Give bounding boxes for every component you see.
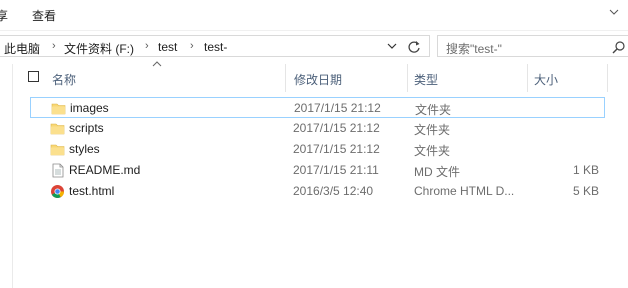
file-type: 文件夹	[414, 123, 451, 137]
ribbon: 享 查看	[0, 0, 628, 31]
breadcrumb-separator[interactable]: ›	[190, 40, 194, 52]
file-modified: 2017/1/15 21:12	[294, 101, 381, 115]
navigation-pane-divider[interactable]	[12, 64, 13, 288]
file-modified: 2017/1/15 21:12	[293, 142, 380, 156]
file-row-test-html[interactable]: test.html 2016/3/5 12:40 Chrome HTML D..…	[30, 181, 605, 202]
breadcrumb-test[interactable]: test	[158, 40, 177, 54]
file-row-styles[interactable]: styles 2017/1/15 21:12 文件夹	[30, 139, 605, 160]
refresh-icon[interactable]	[406, 39, 422, 55]
file-name: README.md	[69, 163, 141, 177]
column-separator[interactable]	[407, 64, 408, 92]
file-name: styles	[69, 142, 100, 156]
column-header-modified[interactable]: 修改日期	[294, 71, 342, 88]
breadcrumb-test-dash[interactable]: test-	[204, 40, 227, 54]
file-modified: 2017/1/15 21:12	[293, 121, 380, 135]
column-header-row: 名称 修改日期 类型 大小	[20, 61, 608, 92]
file-type: 文件夹	[415, 103, 452, 117]
file-name: images	[70, 101, 109, 115]
search-placeholder: 搜索"test-"	[446, 42, 502, 56]
file-size: 5 KB	[572, 184, 599, 198]
expand-ribbon-chevron-icon[interactable]	[608, 6, 620, 18]
column-header-size[interactable]: 大小	[534, 71, 558, 88]
file-row-scripts[interactable]: scripts 2017/1/15 21:12 文件夹	[30, 118, 605, 139]
file-type: MD 文件	[414, 165, 460, 179]
search-icon[interactable]	[612, 40, 626, 54]
file-row-images[interactable]: images 2017/1/15 21:12 文件夹	[30, 97, 605, 118]
breadcrumb-this-pc[interactable]: 此电脑	[4, 40, 40, 57]
column-separator[interactable]	[285, 64, 286, 92]
column-header-name[interactable]: 名称	[52, 71, 76, 88]
file-name: test.html	[69, 184, 115, 198]
sort-ascending-icon	[152, 61, 162, 67]
chrome-icon	[51, 185, 64, 198]
column-separator[interactable]	[607, 64, 608, 92]
folder-icon	[50, 123, 65, 135]
breadcrumb-drive[interactable]: 文件资料 (F:)	[64, 40, 134, 57]
text-file-icon	[52, 163, 64, 178]
file-modified: 2017/1/15 21:11	[293, 163, 379, 177]
select-all-checkbox[interactable]	[28, 71, 39, 82]
file-type: 文件夹	[414, 144, 451, 158]
file-modified: 2016/3/5 12:40	[293, 184, 374, 198]
search-input[interactable]: 搜索"test-"	[437, 35, 628, 57]
address-dropdown-chevron-icon[interactable]	[386, 40, 398, 52]
column-header-type[interactable]: 类型	[414, 71, 438, 88]
breadcrumb-separator[interactable]: ›	[145, 40, 149, 52]
file-name: scripts	[69, 121, 104, 135]
folder-icon	[51, 103, 66, 115]
ribbon-tab-share[interactable]: 享	[0, 7, 8, 24]
file-type: Chrome HTML D...	[414, 184, 515, 198]
column-separator[interactable]	[527, 64, 528, 92]
ribbon-tab-view[interactable]: 查看	[32, 7, 56, 24]
folder-icon	[50, 144, 65, 156]
address-bar[interactable]: 此电脑 › 文件资料 (F:) › test › test-	[0, 35, 430, 57]
file-size: 1 KB	[572, 163, 599, 177]
file-row-readme[interactable]: README.md 2017/1/15 21:11 MD 文件 1 KB	[30, 160, 605, 181]
breadcrumb-separator[interactable]: ›	[52, 40, 56, 52]
